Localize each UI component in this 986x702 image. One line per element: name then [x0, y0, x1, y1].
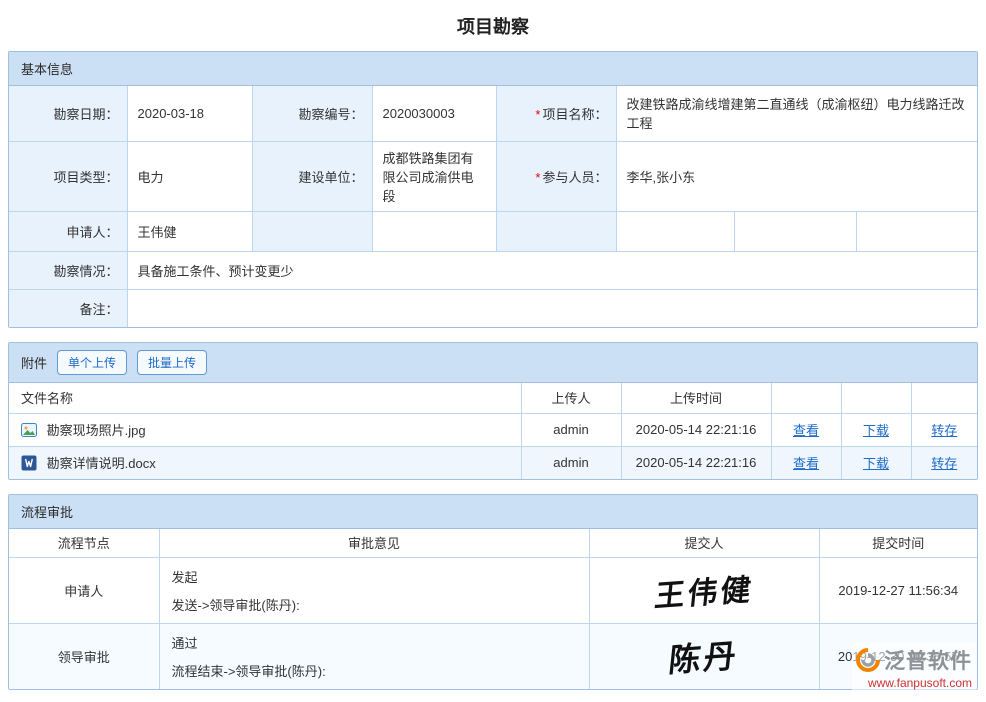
action-header-empty [911, 383, 977, 413]
opinion-line1: 发起 [172, 567, 577, 586]
image-file-icon [21, 422, 37, 438]
basic-info-panel: 基本信息 勘察日期： 2020-03-18 勘察编号： 2020030003 *… [8, 51, 978, 328]
attachments-table: 文件名称 上传人 上传时间 勘察现场照片.jpg admin 2020-05-1… [9, 383, 977, 479]
upload-time-cell: 2020-05-14 22:21:16 [621, 446, 771, 479]
basic-info-header: 基本信息 [9, 52, 977, 86]
approval-header-row: 流程节点 审批意见 提交人 提交时间 [9, 529, 977, 557]
survey-date-value: 2020-03-18 [127, 86, 252, 141]
opinion-cell: 通过 流程结束->领导审批(陈丹): [159, 623, 589, 689]
empty-value-cell [616, 211, 734, 251]
file-name-cell: 勘察详情说明.docx [9, 446, 521, 479]
word-file-icon [21, 455, 37, 471]
submitter-signature-cell: 陈丹 [589, 623, 819, 689]
vendor-watermark: 泛普软件 www.fanpusoft.com [852, 643, 976, 692]
transfer-link[interactable]: 转存 [931, 423, 957, 438]
project-name-label: *项目名称： [496, 86, 616, 141]
single-upload-button[interactable]: 单个上传 [57, 350, 127, 375]
view-link[interactable]: 查看 [793, 423, 819, 438]
table-row: 勘察日期： 2020-03-18 勘察编号： 2020030003 *项目名称：… [9, 86, 977, 141]
basic-info-title: 基本信息 [21, 59, 73, 78]
attachments-header-row: 文件名称 上传人 上传时间 [9, 383, 977, 413]
node-cell: 领导审批 [9, 623, 159, 689]
action-header-empty [841, 383, 911, 413]
uploader-header: 上传人 [521, 383, 621, 413]
build-unit-label: 建设单位： [252, 141, 372, 211]
empty-value-cell [734, 211, 856, 251]
applicant-value: 王伟健 [127, 211, 252, 251]
fanpu-logo-icon [856, 648, 880, 672]
required-mark: * [535, 107, 540, 122]
file-name-cell: 勘察现场照片.jpg [9, 413, 521, 446]
opinion-line2: 流程结束->领导审批(陈丹): [172, 661, 577, 680]
transfer-link[interactable]: 转存 [931, 456, 957, 471]
upload-time-cell: 2020-05-14 22:21:16 [621, 413, 771, 446]
survey-date-label: 勘察日期： [9, 86, 127, 141]
survey-no-value: 2020030003 [372, 86, 496, 141]
empty-label-cell [496, 211, 616, 251]
survey-status-value: 具备施工条件、预计变更少 [127, 251, 977, 289]
view-link[interactable]: 查看 [793, 456, 819, 471]
project-type-value: 电力 [127, 141, 252, 211]
uploader-cell: admin [521, 446, 621, 479]
file-name[interactable]: 勘察详情说明.docx [47, 456, 156, 471]
attachments-panel: 附件 单个上传 批量上传 文件名称 上传人 上传时间 勘察现场照片.jpg ad… [8, 342, 978, 480]
table-row: 领导审批 通过 流程结束->领导审批(陈丹): 陈丹 2019-12-30 10… [9, 623, 977, 689]
table-row: 勘察现场照片.jpg admin 2020-05-14 22:21:16 查看 … [9, 413, 977, 446]
approval-table: 流程节点 审批意见 提交人 提交时间 申请人 发起 发送->领导审批(陈丹): … [9, 529, 977, 689]
participants-label: *参与人员： [496, 141, 616, 211]
opinion-cell: 发起 发送->领导审批(陈丹): [159, 557, 589, 623]
submit-time-header: 提交时间 [819, 529, 977, 557]
survey-status-label: 勘察情况： [9, 251, 127, 289]
applicant-label: 申请人： [9, 211, 127, 251]
page-title: 项目勘察 [0, 0, 986, 51]
empty-value-cell [856, 211, 977, 251]
table-row: 备注： [9, 289, 977, 327]
survey-no-label: 勘察编号： [252, 86, 372, 141]
table-row: 勘察情况： 具备施工条件、预计变更少 [9, 251, 977, 289]
build-unit-value: 成都铁路集团有限公司成渝供电段 [372, 141, 496, 211]
empty-value-cell [372, 211, 496, 251]
node-header: 流程节点 [9, 529, 159, 557]
attachments-header: 附件 单个上传 批量上传 [9, 343, 977, 383]
upload-time-header: 上传时间 [621, 383, 771, 413]
opinion-line2: 发送->领导审批(陈丹): [172, 595, 577, 614]
opinion-line1: 通过 [172, 633, 577, 652]
basic-info-table: 勘察日期： 2020-03-18 勘察编号： 2020030003 *项目名称：… [9, 86, 977, 327]
project-name-value: 改建铁路成渝线增建第二直通线（成渝枢纽）电力线路迁改工程 [616, 86, 977, 141]
file-name[interactable]: 勘察现场照片.jpg [47, 423, 146, 438]
node-cell: 申请人 [9, 557, 159, 623]
remark-label: 备注： [9, 289, 127, 327]
vendor-url[interactable]: www.fanpusoft.com [856, 676, 972, 690]
vendor-brand: 泛普软件 [884, 645, 972, 675]
remark-value [127, 289, 977, 327]
project-type-label: 项目类型： [9, 141, 127, 211]
signature: 陈丹 [667, 631, 742, 682]
download-link[interactable]: 下载 [863, 423, 889, 438]
empty-label-cell [252, 211, 372, 251]
batch-upload-button[interactable]: 批量上传 [137, 350, 207, 375]
download-link[interactable]: 下载 [863, 456, 889, 471]
submit-time-cell: 2019-12-27 11:56:34 [819, 557, 977, 623]
action-header-empty [771, 383, 841, 413]
approval-title: 流程审批 [21, 502, 73, 521]
attachments-title: 附件 [21, 353, 47, 372]
uploader-cell: admin [521, 413, 621, 446]
table-row: 申请人 发起 发送->领导审批(陈丹): 王伟健 2019-12-27 11:5… [9, 557, 977, 623]
submitter-header: 提交人 [589, 529, 819, 557]
submitter-signature-cell: 王伟健 [589, 557, 819, 623]
table-row: 项目类型： 电力 建设单位： 成都铁路集团有限公司成渝供电段 *参与人员： 李华… [9, 141, 977, 211]
approval-panel: 流程审批 流程节点 审批意见 提交人 提交时间 申请人 发起 发送->领导审批(… [8, 494, 978, 690]
approval-header: 流程审批 [9, 495, 977, 529]
signature: 王伟健 [652, 564, 755, 615]
table-row: 勘察详情说明.docx admin 2020-05-14 22:21:16 查看… [9, 446, 977, 479]
file-name-header: 文件名称 [9, 383, 521, 413]
table-row: 申请人： 王伟健 [9, 211, 977, 251]
opinion-header: 审批意见 [159, 529, 589, 557]
participants-value: 李华,张小东 [616, 141, 977, 211]
required-mark: * [535, 170, 540, 185]
